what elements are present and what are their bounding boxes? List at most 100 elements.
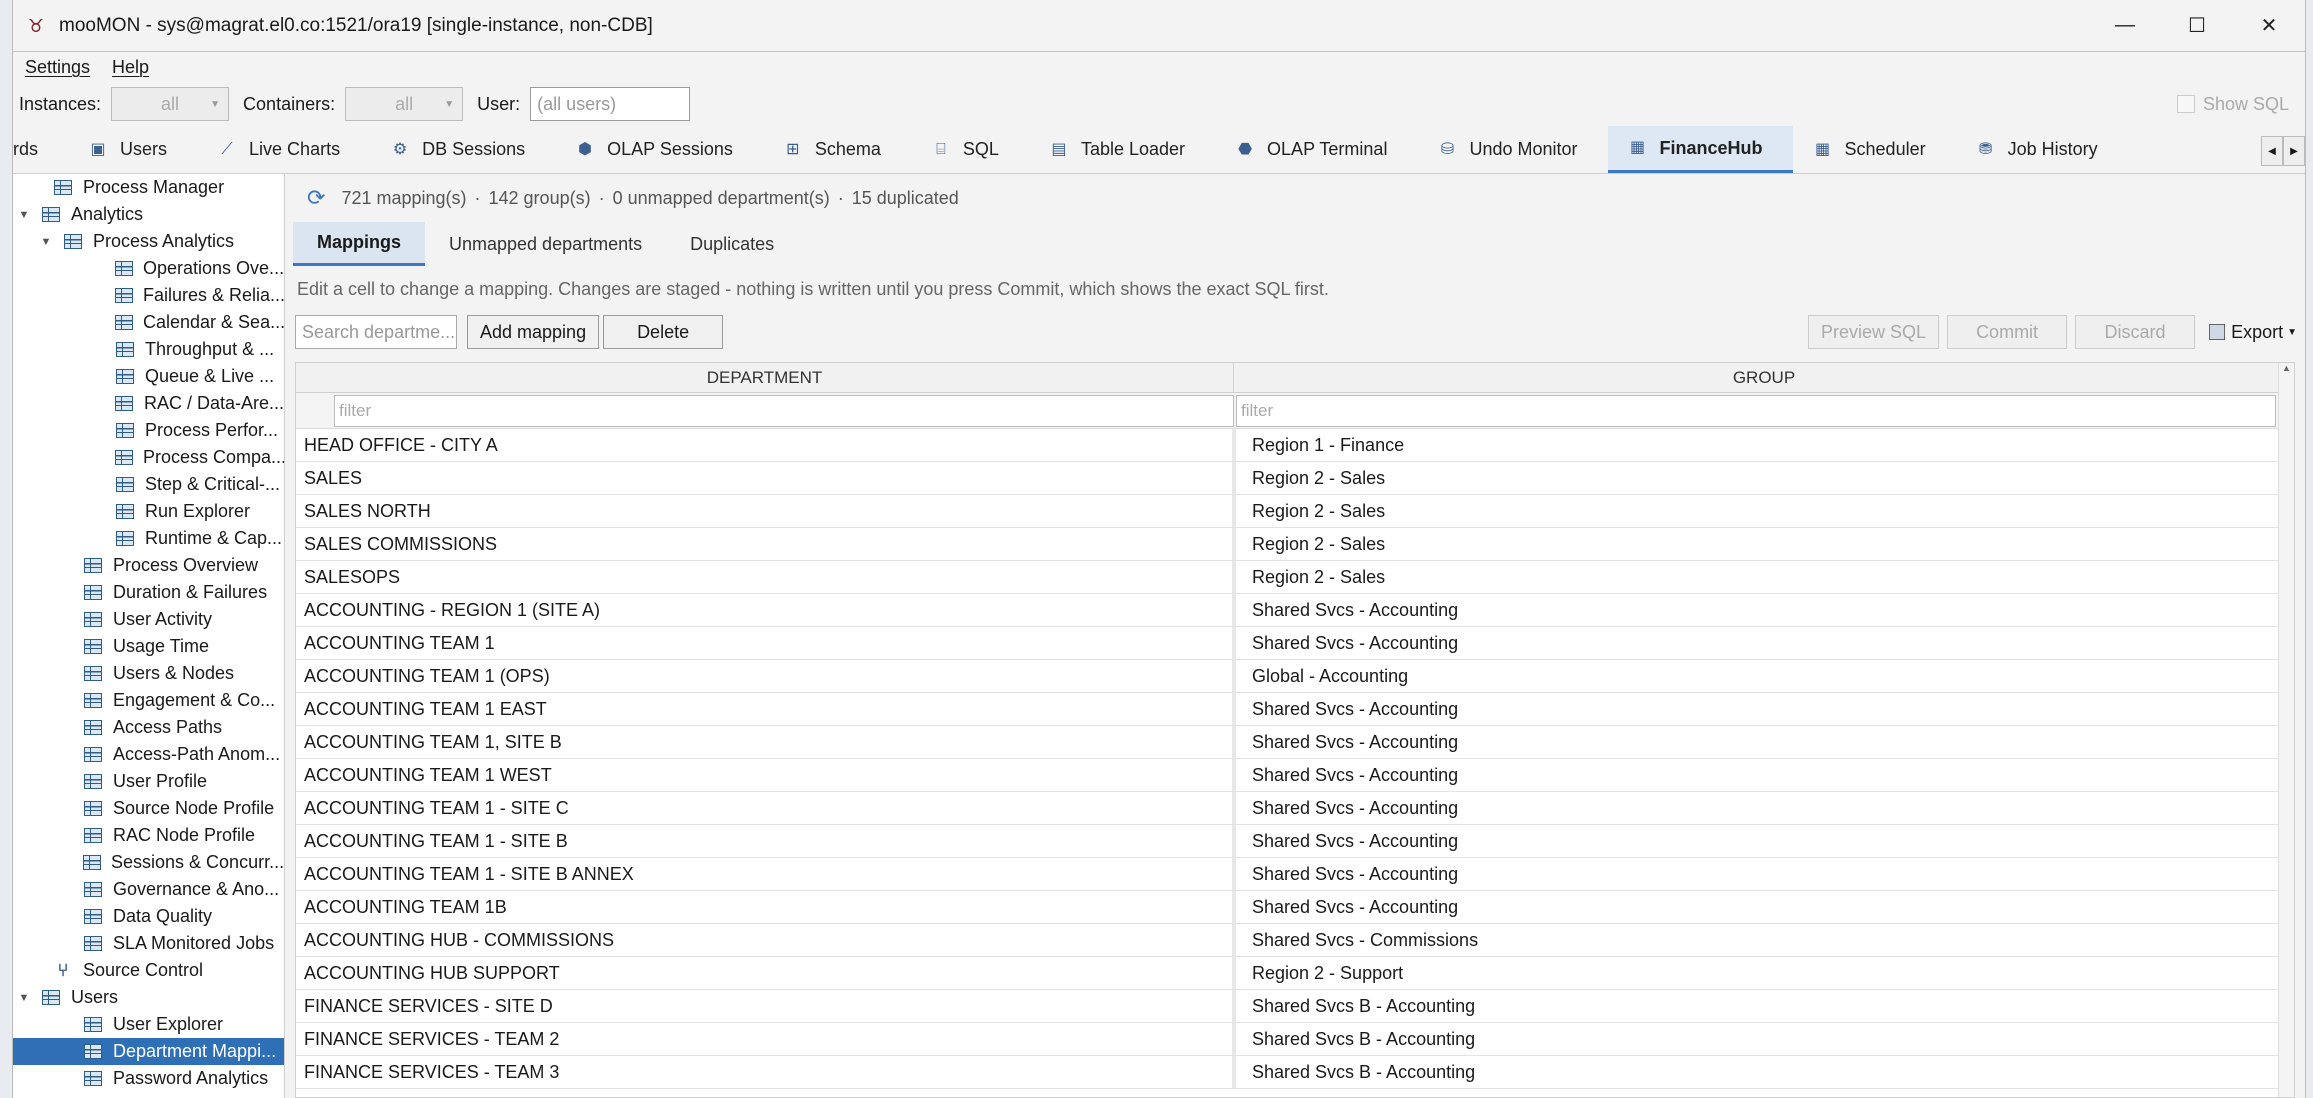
vertical-scrollbar[interactable]: ▲ — [2278, 363, 2294, 1097]
department-cell[interactable]: SALES NORTH — [296, 495, 1236, 527]
group-cell[interactable]: Region 2 - Support — [1236, 957, 2294, 989]
tab-sql[interactable]: ⌸ SQL — [911, 126, 1029, 173]
tree-item[interactable]: Throughput & ... — [13, 336, 284, 363]
department-cell[interactable]: ACCOUNTING TEAM 1 - SITE B ANNEX — [296, 858, 1236, 890]
close-button[interactable]: ✕ — [2233, 0, 2305, 51]
tree-item[interactable]: Users & Nodes — [13, 660, 284, 687]
tree-item[interactable]: Process Perfor... — [13, 417, 284, 444]
department-cell[interactable]: FINANCE SERVICES - TEAM 2 — [296, 1023, 1236, 1055]
tab-table-loader[interactable]: ▤ Table Loader — [1029, 126, 1215, 173]
department-cell[interactable]: FINANCE SERVICES - SITE D — [296, 990, 1236, 1022]
minimize-button[interactable]: — — [2089, 0, 2161, 51]
group-cell[interactable]: Shared Svcs - Accounting — [1236, 726, 2294, 758]
tree-item[interactable]: Process Manager — [13, 174, 284, 201]
column-header-department[interactable]: DEPARTMENT — [296, 363, 1234, 392]
department-cell[interactable]: FINANCE SERVICES - TEAM 3 — [296, 1056, 1236, 1088]
table-row[interactable]: ACCOUNTING HUB SUPPORT Region 2 - Support — [296, 957, 2294, 990]
department-cell[interactable]: ACCOUNTING TEAM 1 — [296, 627, 1236, 659]
tab-scroll-right-button[interactable]: ▶ — [2283, 136, 2305, 166]
tree-item[interactable]: Engagement & Co... — [13, 687, 284, 714]
department-cell[interactable]: ACCOUNTING TEAM 1 (OPS) — [296, 660, 1236, 692]
scroll-up-icon[interactable]: ▲ — [2279, 363, 2294, 379]
tree-item[interactable]: Queue & Live ... — [13, 363, 284, 390]
tab-job-history[interactable]: ⛃ Job History — [1956, 126, 2128, 173]
table-row[interactable]: SALESOPS Region 2 - Sales — [296, 561, 2294, 594]
department-cell[interactable]: SALES — [296, 462, 1236, 494]
table-row[interactable]: ACCOUNTING TEAM 1 WEST Shared Svcs - Acco… — [296, 759, 2294, 792]
table-row[interactable]: ACCOUNTING HUB - COMMISSIONS Shared Svcs … — [296, 924, 2294, 957]
department-cell[interactable]: ACCOUNTING HUB - COMMISSIONS — [296, 924, 1236, 956]
maximize-button[interactable]: ☐ — [2161, 0, 2233, 51]
discard-button[interactable]: Discard — [2075, 315, 2196, 349]
table-row[interactable]: ACCOUNTING TEAM 1 - SITE B ANNEX Shared S… — [296, 858, 2294, 891]
group-cell[interactable]: Region 2 - Sales — [1236, 528, 2294, 560]
tab-unmapped-departments[interactable]: Unmapped departments — [425, 222, 666, 266]
table-row[interactable]: HEAD OFFICE - CITY A Region 1 - Finance — [296, 429, 2294, 462]
table-row[interactable]: ACCOUNTING TEAM 1B Shared Svcs - Accounti… — [296, 891, 2294, 924]
table-row[interactable]: ACCOUNTING TEAM 1 (OPS) Global - Accounti… — [296, 660, 2294, 693]
tree-item[interactable]: Access Paths — [13, 714, 284, 741]
department-cell[interactable]: ACCOUNTING TEAM 1 EAST — [296, 693, 1236, 725]
tree-item[interactable]: ▼ Users — [13, 984, 284, 1011]
menu-settings[interactable]: Settings — [25, 57, 90, 78]
search-input[interactable]: Search departme... — [295, 315, 457, 349]
tree-item[interactable]: Runtime & Cap... — [13, 525, 284, 552]
group-cell[interactable]: Region 2 - Sales — [1236, 561, 2294, 593]
tree-item[interactable]: Access-Path Anom... — [13, 741, 284, 768]
add-mapping-button[interactable]: Add mapping — [467, 315, 600, 349]
tree-item[interactable]: Data Quality — [13, 903, 284, 930]
expand-toggle-icon[interactable]: ▼ — [17, 209, 31, 221]
group-cell[interactable]: Shared Svcs - Accounting — [1236, 759, 2294, 791]
tab-olap-terminal[interactable]: ⬣ OLAP Terminal — [1215, 126, 1417, 173]
tree-item[interactable]: User Activity — [13, 606, 284, 633]
tree-item[interactable]: Password Analytics — [13, 1065, 284, 1092]
tree-item[interactable]: RAC Node Profile — [13, 822, 284, 849]
group-cell[interactable]: Shared Svcs B - Accounting — [1236, 1023, 2294, 1055]
department-cell[interactable]: SALES COMMISSIONS — [296, 528, 1236, 560]
menu-help[interactable]: Help — [112, 57, 149, 78]
department-cell[interactable]: ACCOUNTING TEAM 1, SITE B — [296, 726, 1236, 758]
table-row[interactable]: SALES COMMISSIONS Region 2 - Sales — [296, 528, 2294, 561]
tab-financehub[interactable]: ▦ FinanceHub — [1607, 126, 1793, 173]
expand-toggle-icon[interactable]: ▼ — [17, 992, 31, 1004]
tab-db-sessions[interactable]: ⚙ DB Sessions — [370, 126, 555, 173]
group-cell[interactable]: Shared Svcs - Accounting — [1236, 858, 2294, 890]
tab-scroll-left-button[interactable]: ◀ — [2261, 136, 2283, 166]
table-row[interactable]: ACCOUNTING TEAM 1 Shared Svcs - Accountin… — [296, 627, 2294, 660]
tree-item[interactable]: Process Compa... — [13, 444, 284, 471]
commit-button[interactable]: Commit — [1947, 315, 2068, 349]
tree-item[interactable]: Calendar & Sea... — [13, 309, 284, 336]
group-cell[interactable]: Shared Svcs - Accounting — [1236, 627, 2294, 659]
table-row[interactable]: ACCOUNTING TEAM 1 - SITE C Shared Svcs - … — [296, 792, 2294, 825]
department-cell[interactable]: ACCOUNTING HUB SUPPORT — [296, 957, 1236, 989]
tree-item[interactable]: ⑂ Source Control — [13, 957, 284, 984]
group-filter-input[interactable]: filter — [1236, 395, 2276, 427]
tab-undo-monitor[interactable]: ⛁ Undo Monitor — [1417, 126, 1607, 173]
table-row[interactable]: FINANCE SERVICES - SITE D Shared Svcs B -… — [296, 990, 2294, 1023]
group-cell[interactable]: Shared Svcs - Accounting — [1236, 891, 2294, 923]
table-row[interactable]: ACCOUNTING TEAM 1, SITE B Shared Svcs - A… — [296, 726, 2294, 759]
tree-item[interactable]: Department Mappi... — [13, 1038, 284, 1065]
tab-users[interactable]: ▣ Users — [68, 126, 197, 173]
department-filter-input[interactable]: filter — [334, 395, 1234, 427]
department-cell[interactable]: ACCOUNTING - REGION 1 (SITE A) — [296, 594, 1236, 626]
show-sql-toggle[interactable]: Show SQL — [2176, 94, 2289, 115]
tree-item[interactable]: Usage Time — [13, 633, 284, 660]
group-cell[interactable]: Shared Svcs - Accounting — [1236, 825, 2294, 857]
table-row[interactable]: ACCOUNTING TEAM 1 - SITE B Shared Svcs - … — [296, 825, 2294, 858]
department-cell[interactable]: ACCOUNTING TEAM 1 - SITE C — [296, 792, 1236, 824]
department-cell[interactable]: ACCOUNTING TEAM 1 WEST — [296, 759, 1236, 791]
table-row[interactable]: SALES NORTH Region 2 - Sales — [296, 495, 2294, 528]
show-sql-checkbox[interactable] — [2176, 95, 2195, 113]
column-header-group[interactable]: GROUP — [1234, 363, 2294, 392]
tab-scheduler[interactable]: ▦ Scheduler — [1793, 126, 1956, 173]
delete-button[interactable]: Delete — [603, 315, 724, 349]
department-cell[interactable]: SALESOPS — [296, 561, 1236, 593]
export-button[interactable]: Export ▼ — [2209, 322, 2297, 343]
instances-select[interactable]: all ▼ — [111, 87, 230, 121]
group-cell[interactable]: Shared Svcs B - Accounting — [1236, 1056, 2294, 1088]
tree-item[interactable]: Run Explorer — [13, 498, 284, 525]
tab-duplicates[interactable]: Duplicates — [666, 222, 798, 266]
department-cell[interactable]: HEAD OFFICE - CITY A — [296, 429, 1236, 461]
tree-item[interactable]: RAC / Data-Are... — [13, 390, 284, 417]
